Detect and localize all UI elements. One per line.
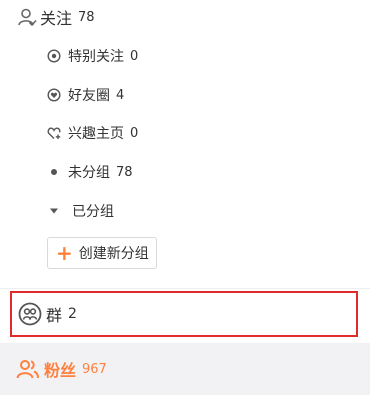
group-people-icon: [18, 302, 42, 326]
sidebar-item-interest-pages[interactable]: 兴趣主页 0: [46, 122, 138, 144]
heart-circle-icon: [46, 87, 62, 103]
grouped-label: 已分组: [72, 204, 114, 220]
special-follow-count: 0: [130, 48, 139, 64]
heart-plus-icon: [46, 125, 62, 141]
fans-label: 粉丝: [44, 361, 77, 380]
fans-people-icon: [16, 357, 40, 381]
friends-circle-count: 4: [116, 87, 125, 103]
ungrouped-count: 78: [116, 164, 133, 180]
sidebar-item-fans[interactable]: 粉丝 967: [0, 343, 370, 395]
groups-count: 2: [68, 306, 77, 322]
sidebar-item-ungrouped[interactable]: 未分组 78: [46, 161, 133, 183]
sidebar-item-groups[interactable]: 群 2: [10, 291, 358, 337]
dot-icon: [46, 164, 62, 180]
divider: [0, 288, 370, 289]
sidebar-item-special-follow[interactable]: 特别关注 0: [46, 45, 138, 67]
create-group-button[interactable]: + 创建新分组: [47, 237, 157, 269]
groups-label: 群: [46, 306, 63, 325]
plus-icon: +: [56, 241, 73, 265]
special-follow-label: 特别关注: [68, 49, 124, 65]
friends-circle-label: 好友圈: [68, 88, 110, 104]
caret-down-icon: [46, 203, 62, 219]
sidebar-item-friends-circle[interactable]: 好友圈 4: [46, 84, 124, 106]
ungrouped-label: 未分组: [68, 165, 110, 181]
follow-count: 78: [78, 9, 95, 25]
fans-count: 967: [82, 361, 107, 377]
eye-icon: [46, 48, 62, 64]
sidebar-item-grouped[interactable]: 已分组: [46, 200, 114, 222]
follow-nav-item[interactable]: 关注 78: [16, 4, 95, 30]
create-group-label: 创建新分组: [78, 246, 149, 262]
follow-person-icon: [16, 6, 38, 28]
interest-pages-count: 0: [130, 125, 139, 141]
interest-pages-label: 兴趣主页: [68, 126, 124, 142]
follow-label: 关注: [40, 9, 73, 28]
